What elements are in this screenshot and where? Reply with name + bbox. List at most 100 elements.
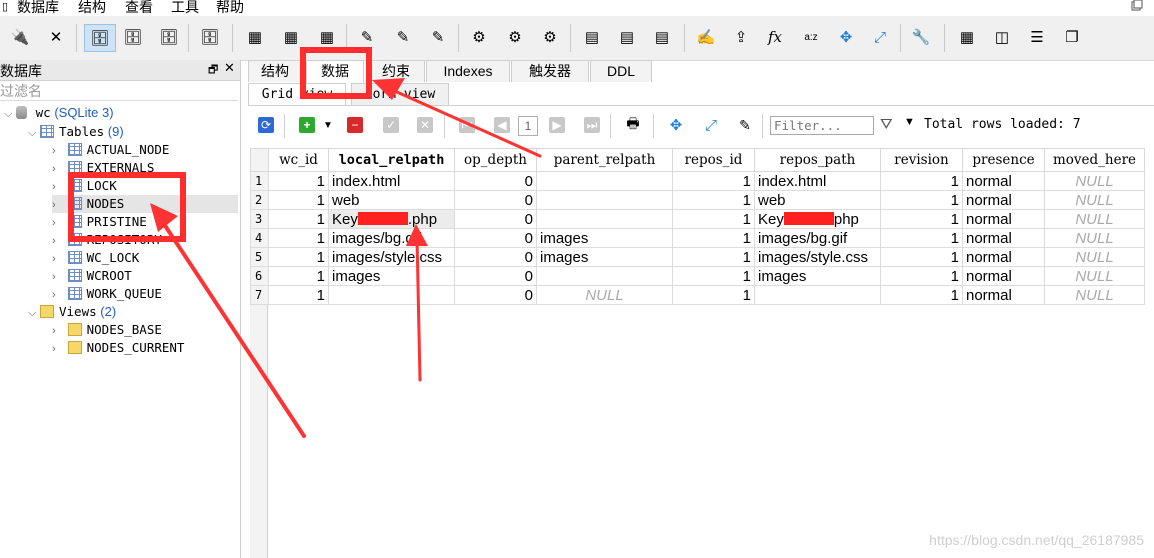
drop-view-icon[interactable]: ▤	[651, 26, 673, 48]
tab-structure[interactable]: 结构	[248, 60, 302, 82]
table-cell[interactable]	[536, 209, 673, 229]
table-cell[interactable]: web	[328, 190, 455, 210]
table-cell[interactable]: 1	[880, 266, 963, 286]
add-row-icon[interactable]: +	[299, 117, 315, 133]
filter-input[interactable]	[770, 116, 874, 135]
table-cell[interactable]: images	[536, 247, 673, 267]
sql-editor-icon[interactable]: ✍	[695, 26, 717, 48]
edit-trigger-icon[interactable]: ⚙	[504, 26, 526, 48]
table-cell[interactable]	[328, 285, 455, 305]
column-header[interactable]: repos_id	[672, 148, 755, 172]
expand-icon[interactable]: ⤢	[703, 117, 719, 134]
table-cell[interactable]: index.html	[754, 171, 881, 191]
column-header[interactable]: local_relpath	[328, 148, 455, 172]
new-view-icon[interactable]: ▤	[581, 26, 603, 48]
table-cell[interactable]: web	[754, 190, 881, 210]
extension-icon[interactable]: ✥	[835, 26, 857, 48]
last-page-icon[interactable]: ⏭	[584, 117, 600, 133]
table-cell[interactable]: NULL	[1044, 190, 1145, 210]
rollback-icon[interactable]: ✕	[417, 117, 433, 133]
table-cell[interactable]: images	[754, 266, 881, 286]
table-cell[interactable]: 1	[268, 285, 329, 305]
table-cell[interactable]: 0	[454, 209, 537, 229]
chevron-right-icon[interactable]: ›	[52, 142, 64, 160]
table-cell[interactable]: NULL	[1044, 209, 1145, 229]
table-cell[interactable]: images/bg.gif	[754, 228, 881, 248]
table-cell[interactable]: 1	[268, 228, 329, 248]
column-header[interactable]: presence	[962, 148, 1045, 172]
add-database-icon[interactable]: 🗄	[84, 24, 116, 52]
chevron-down-icon[interactable]: ⌵	[28, 124, 40, 142]
table-cell[interactable]: NULL	[1044, 228, 1145, 248]
refresh-database-icon[interactable]: 🗄	[199, 26, 221, 48]
layout-3-icon[interactable]: ☰	[1026, 26, 1048, 48]
table-cell[interactable]: 1	[672, 285, 755, 305]
table-cell[interactable]: 1	[880, 228, 963, 248]
column-header[interactable]: wc_id	[268, 148, 329, 172]
table-row[interactable]: 7 1 0 NULL 1 1 normal NULL	[250, 285, 1145, 305]
table-row[interactable]: 6 1 images 0 1 images 1 normal NULL	[250, 266, 1145, 286]
tab-indexes[interactable]: Indexes	[426, 60, 510, 82]
table-cell[interactable]: normal	[962, 266, 1045, 286]
table-cell[interactable]	[536, 266, 673, 286]
table-cell[interactable]: NULL	[1044, 285, 1145, 305]
table-cell[interactable]	[536, 171, 673, 191]
chevron-right-icon[interactable]: ›	[52, 286, 64, 304]
tree-view-item[interactable]: › NODES_CURRENT	[52, 339, 184, 357]
layout-1-icon[interactable]: ▦	[956, 26, 978, 48]
edit-table-icon[interactable]: ▦	[280, 26, 302, 48]
table-row[interactable]: 2 1 web 0 1 web 1 normal NULL	[250, 190, 1145, 210]
table-cell[interactable]: 1	[880, 190, 963, 210]
chevron-right-icon[interactable]: ›	[52, 178, 64, 196]
chevron-right-icon[interactable]: ›	[52, 268, 64, 286]
table-cell[interactable]: Key .php	[328, 209, 455, 229]
tree-view-item[interactable]: › NODES_BASE	[52, 321, 162, 339]
first-page-icon[interactable]: ⏮	[459, 117, 475, 133]
table-cell[interactable]: 1	[880, 247, 963, 267]
table-cell[interactable]: 1	[268, 209, 329, 229]
table-cell[interactable]: images/style.css	[328, 247, 455, 267]
edit-database-icon[interactable]: 🗄	[122, 26, 144, 48]
collation-icon[interactable]: a:z	[800, 26, 822, 48]
table-cell[interactable]: 1	[268, 266, 329, 286]
plug-icon[interactable]: 🔌	[9, 26, 31, 48]
chevron-right-icon[interactable]: ›	[52, 214, 64, 232]
unplug-icon[interactable]: ✕	[45, 26, 67, 48]
tree-table-item[interactable]: › ACTUAL_NODE	[52, 141, 169, 159]
chevron-right-icon[interactable]: ›	[52, 250, 64, 268]
table-cell[interactable]: 1	[880, 171, 963, 191]
filter-funnel-icon[interactable]: ⛛	[880, 116, 893, 133]
new-trigger-icon[interactable]: ⚙	[468, 26, 490, 48]
table-cell[interactable]: 0	[454, 171, 537, 191]
tree-db-node[interactable]: ⌵ wc (SQLite 3)	[4, 104, 114, 122]
fit-columns-icon[interactable]: ✥	[668, 117, 684, 134]
table-cell[interactable]: 1	[268, 247, 329, 267]
pin-icon[interactable]: 🗗	[208, 61, 218, 80]
table-cell[interactable]: normal	[962, 285, 1045, 305]
table-cell[interactable]: normal	[962, 171, 1045, 191]
column-header[interactable]: repos_path	[754, 148, 881, 172]
table-cell[interactable]: 0	[454, 266, 537, 286]
tree-table-item[interactable]: › WC_LOCK	[52, 249, 139, 267]
commit-icon[interactable]: ✓	[383, 117, 399, 133]
chevron-down-icon[interactable]: ⌵	[28, 304, 40, 322]
page-number[interactable]: 1	[518, 116, 538, 136]
table-cell[interactable]: NULL	[536, 285, 673, 305]
chevron-right-icon[interactable]: ›	[52, 160, 64, 178]
print-icon[interactable]: 🖶	[625, 115, 641, 133]
layout-2-icon[interactable]: ◫	[991, 26, 1013, 48]
table-cell[interactable]: 1	[880, 209, 963, 229]
remove-database-icon[interactable]: 🗄	[158, 26, 180, 48]
table-cell[interactable]: NULL	[1044, 266, 1145, 286]
next-page-icon[interactable]: ▶	[549, 117, 565, 133]
menu-view[interactable]: 查看	[125, 0, 153, 17]
tree-table-item[interactable]: › WORK_QUEUE	[52, 285, 162, 303]
table-cell[interactable]: 0	[454, 190, 537, 210]
prev-page-icon[interactable]: ◀	[494, 117, 510, 133]
column-header[interactable]: moved_here	[1044, 148, 1145, 172]
table-cell[interactable]: images/bg.gif	[328, 228, 455, 248]
tree-table-item[interactable]: › WCROOT	[52, 267, 132, 285]
chevron-right-icon[interactable]: ›	[52, 196, 64, 214]
menu-help[interactable]: 帮助	[216, 0, 244, 17]
table-cell[interactable]: 1	[672, 266, 755, 286]
